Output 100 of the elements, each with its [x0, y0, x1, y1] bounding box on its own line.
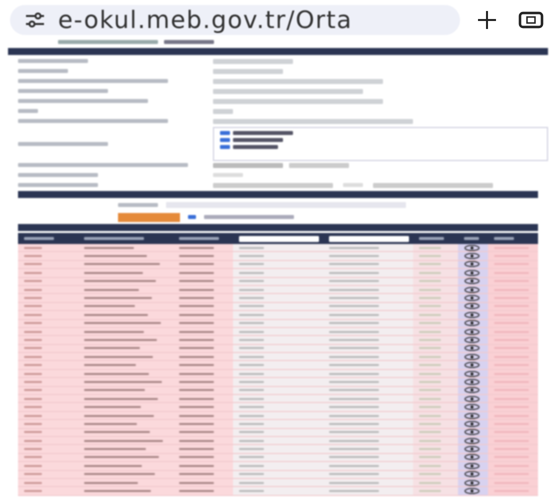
- illegible-text: [179, 297, 214, 300]
- illegible-text: [239, 356, 264, 358]
- view-icon[interactable]: [464, 488, 480, 494]
- view-icon[interactable]: [464, 471, 480, 478]
- illegible-text: [419, 464, 441, 467]
- view-icon[interactable]: [464, 454, 480, 460]
- view-icon[interactable]: [464, 462, 480, 469]
- view-icon[interactable]: [464, 320, 480, 326]
- illegible-text: [24, 305, 42, 308]
- illegible-text: [419, 448, 441, 450]
- illegible-text: [24, 322, 42, 324]
- view-icon[interactable]: [464, 244, 480, 251]
- view-icon[interactable]: [464, 286, 480, 293]
- illegible-text: [84, 297, 152, 300]
- illegible-text: [24, 356, 42, 358]
- illegible-text: [84, 288, 139, 291]
- illegible-text: [179, 314, 214, 316]
- view-icon[interactable]: [464, 480, 480, 486]
- illegible-text: [329, 330, 379, 333]
- view-icon[interactable]: [464, 404, 480, 410]
- illegible-text: [239, 322, 264, 324]
- illegible-text: [84, 246, 134, 249]
- illegible-text: [329, 473, 379, 476]
- illegible-text: [419, 263, 441, 266]
- view-icon[interactable]: [464, 387, 480, 394]
- illegible-text: [179, 422, 214, 425]
- view-icon[interactable]: [464, 420, 480, 427]
- illegible-text: [179, 464, 214, 467]
- illegible-text: [239, 297, 264, 300]
- illegible-text: [239, 263, 264, 266]
- illegible-text: [213, 68, 283, 74]
- view-icon[interactable]: [464, 328, 480, 335]
- view-icon[interactable]: [464, 261, 480, 268]
- illegible-text: [239, 422, 264, 425]
- illegible-text: [18, 69, 68, 73]
- illegible-text: [24, 389, 42, 392]
- view-icon[interactable]: [464, 303, 480, 310]
- view-icon[interactable]: [464, 336, 480, 343]
- illegible-text: [18, 59, 88, 63]
- illegible-text: [24, 431, 42, 434]
- illegible-text: [24, 330, 42, 333]
- illegible-text: [343, 182, 363, 186]
- illegible-text: [239, 431, 264, 434]
- view-icon[interactable]: [464, 270, 480, 276]
- illegible-text: [329, 389, 379, 392]
- illegible-text: [239, 456, 264, 458]
- illegible-text: [419, 456, 441, 458]
- address-bar[interactable]: e-okul.meb.gov.tr/Orta: [10, 5, 460, 35]
- illegible-text: [329, 440, 379, 442]
- illegible-text: [24, 440, 42, 442]
- illegible-text: [179, 389, 214, 392]
- illegible-text: [289, 162, 349, 168]
- illegible-text: [419, 473, 441, 476]
- view-icon[interactable]: [464, 354, 480, 360]
- illegible-text: [239, 255, 264, 258]
- illegible-text: [24, 406, 42, 408]
- url-text: e-okul.meb.gov.tr/Orta: [58, 6, 352, 34]
- illegible-text: [419, 288, 441, 291]
- illegible-text: [84, 372, 149, 375]
- illegible-text: [419, 338, 441, 341]
- illegible-text: [419, 305, 441, 308]
- view-icon[interactable]: [464, 396, 480, 402]
- illegible-text: [329, 305, 379, 308]
- illegible-text: [239, 280, 264, 282]
- illegible-text: [24, 398, 42, 400]
- illegible-text: [24, 364, 42, 366]
- illegible-text: [179, 406, 214, 408]
- illegible-text: [329, 263, 379, 266]
- illegible-text: [179, 380, 214, 383]
- view-icon[interactable]: [464, 446, 480, 452]
- illegible-text: [179, 255, 214, 258]
- view-icon[interactable]: [464, 378, 480, 385]
- view-icon[interactable]: [464, 362, 480, 368]
- illegible-text: [419, 280, 441, 282]
- view-icon[interactable]: [464, 312, 480, 318]
- illegible-text: [329, 398, 379, 400]
- illegible-text: [84, 482, 138, 484]
- view-icon[interactable]: [464, 345, 480, 352]
- illegible-text: [329, 482, 379, 484]
- view-icon[interactable]: [464, 295, 480, 302]
- illegible-text: [84, 389, 145, 392]
- illegible-text: [239, 347, 264, 350]
- site-settings-icon[interactable]: [24, 12, 46, 28]
- view-icon[interactable]: [464, 253, 480, 260]
- illegible-text: [329, 347, 379, 350]
- illegible-text: [329, 272, 379, 274]
- view-icon[interactable]: [464, 429, 480, 436]
- view-icon[interactable]: [464, 278, 480, 284]
- illegible-text: [239, 473, 264, 476]
- illegible-text: [419, 330, 441, 333]
- illegible-text: [84, 237, 144, 240]
- illegible-text: [213, 162, 283, 168]
- illegible-text: [24, 237, 54, 240]
- illegible-text: [329, 297, 379, 300]
- view-icon[interactable]: [464, 438, 480, 444]
- list-box[interactable]: [213, 127, 548, 161]
- view-icon[interactable]: [464, 412, 480, 418]
- illegible-text: [84, 490, 151, 492]
- illegible-text: [84, 314, 148, 316]
- view-icon[interactable]: [464, 370, 480, 377]
